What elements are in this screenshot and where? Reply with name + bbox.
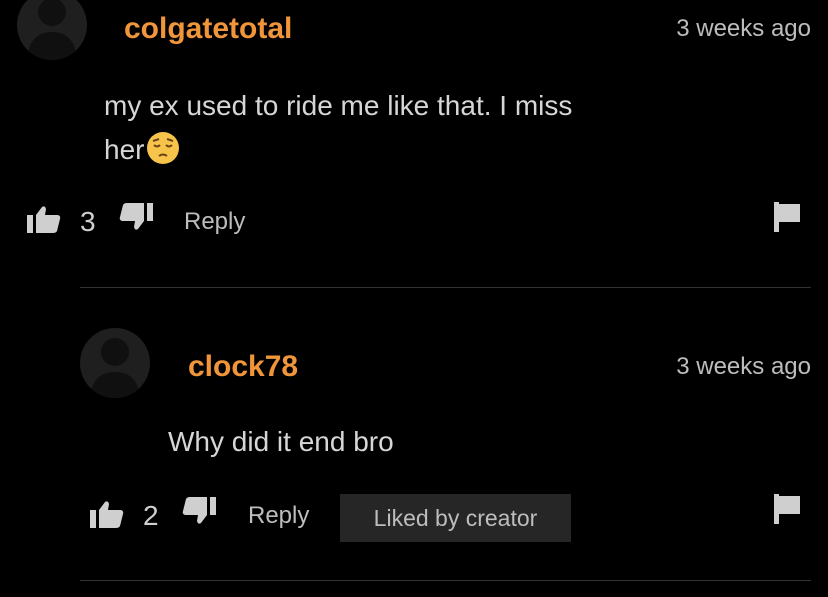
comment-text: my ex used to ride me like that. I miss … [104, 84, 572, 178]
username[interactable]: clock78 [188, 350, 298, 384]
reply-button[interactable]: Reply [184, 208, 245, 236]
comment-text: Why did it end bro [168, 426, 394, 457]
avatar[interactable] [80, 328, 150, 398]
avatar[interactable] [17, 0, 87, 60]
like-count: 3 [80, 206, 96, 237]
liked-by-creator-badge: Liked by creator [340, 494, 571, 542]
flag-icon[interactable] [774, 494, 802, 529]
timestamp: 3 weeks ago [676, 15, 811, 42]
user-silhouette-icon [27, 0, 77, 60]
pensive-face-icon [146, 131, 180, 178]
thumbs-down-icon[interactable] [119, 203, 153, 236]
reply-button[interactable]: Reply [248, 502, 309, 530]
thumbs-down-icon[interactable] [182, 497, 216, 530]
divider [80, 287, 811, 288]
thumbs-up-icon[interactable] [90, 500, 124, 533]
thumbs-up-icon[interactable] [27, 205, 61, 238]
like-count: 2 [143, 500, 159, 531]
divider [80, 580, 811, 581]
username[interactable]: colgatetotal [124, 12, 292, 46]
user-silhouette-icon [90, 338, 140, 398]
timestamp: 3 weeks ago [676, 353, 811, 380]
flag-icon[interactable] [774, 202, 802, 237]
comment-text-line: her [104, 134, 145, 165]
comment-text-line: my ex used to ride me like that. I miss [104, 90, 573, 121]
